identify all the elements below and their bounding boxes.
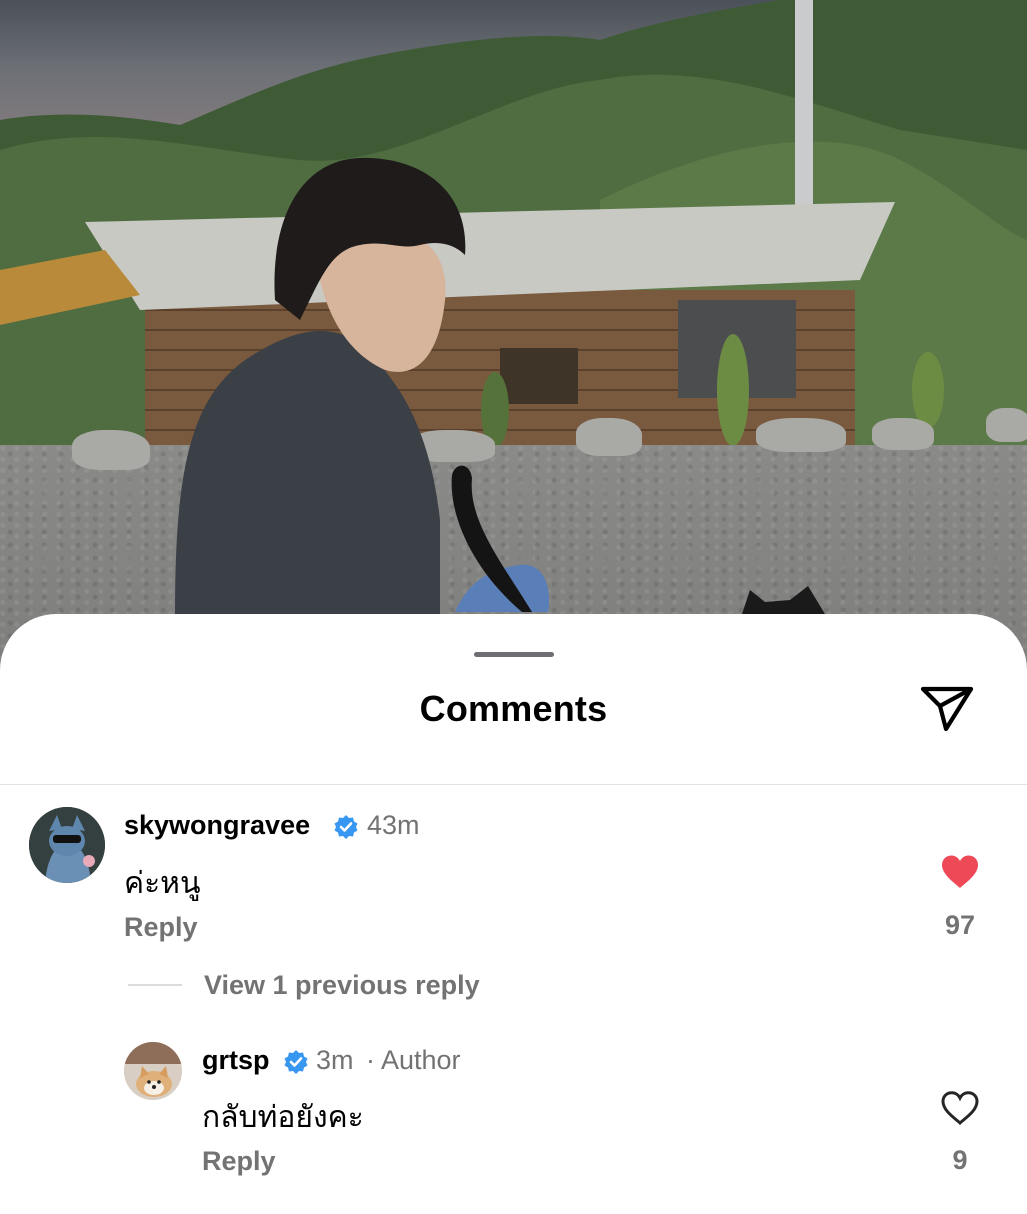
reply-button[interactable]: Reply [124,912,198,943]
thread-line [128,984,182,986]
header-divider [0,784,1027,785]
reply-text: กลับท่อยังคะ [202,1101,364,1134]
comments-sheet: Comments skywongravee 43m ค่ะหนู Reply 9… [0,614,1027,1214]
avatar[interactable] [124,1042,182,1100]
comment-time: 43m [367,810,420,840]
heart-filled-icon[interactable] [940,854,980,890]
like-count: 97 [944,910,976,940]
view-previous-replies-button[interactable]: View 1 previous reply [204,970,480,1001]
heart-outline-icon[interactable] [940,1090,980,1126]
sheet-grabber[interactable] [474,652,554,657]
comment-username[interactable]: skywongravee [124,810,310,841]
like-count: 9 [952,1145,968,1175]
sheet-title: Comments [419,688,608,729]
author-tag: · Author [366,1045,461,1075]
reply-username[interactable]: grtsp [202,1045,270,1076]
avatar-image [29,807,105,883]
verified-icon [284,1050,308,1074]
post-photo [0,0,1027,700]
avatar[interactable] [29,807,105,883]
reply-button[interactable]: Reply [202,1146,276,1177]
share-button[interactable] [918,682,976,736]
person-with-cat [175,157,825,615]
avatar-image [124,1042,182,1100]
verified-icon [334,815,358,839]
reply-time: 3m [316,1045,354,1075]
comment-text: ค่ะหนู [124,867,201,900]
share-icon [920,686,974,732]
